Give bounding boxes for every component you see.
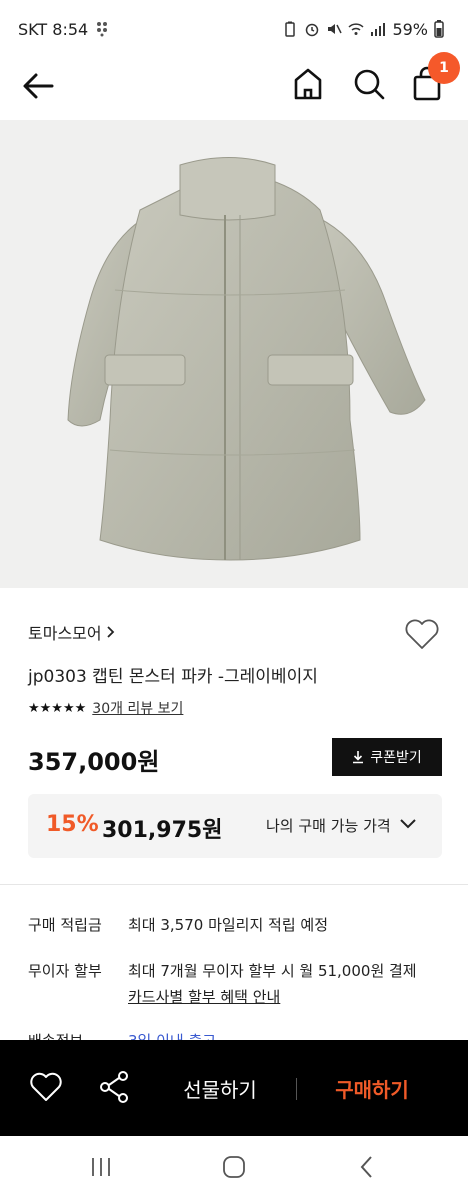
status-right: 59% xyxy=(282,20,444,39)
product-title: jp0303 캡틴 몬스터 파카 -그레이베이지 xyxy=(28,667,318,687)
separator xyxy=(296,1078,297,1100)
share-icon[interactable] xyxy=(98,1070,130,1104)
my-price-box[interactable]: 15% 301,975원 나의 구매 가능 가격 xyxy=(28,794,442,858)
bottom-action-bar: 선물하기 구매하기 xyxy=(0,1040,468,1136)
brand-name: 토마스모어 xyxy=(28,624,102,643)
parka-illustration xyxy=(67,157,426,561)
product-price: 357,000원 xyxy=(28,748,160,776)
discounted-price: 301,975원 xyxy=(102,818,223,843)
heart-icon[interactable] xyxy=(404,618,440,650)
home-icon[interactable] xyxy=(292,66,324,102)
card-installment-link[interactable]: 카드사별 할부 혜택 안내 xyxy=(128,986,280,1007)
back-arrow-icon[interactable] xyxy=(20,68,56,104)
alarm-icon xyxy=(306,23,319,37)
search-icon[interactable] xyxy=(352,66,386,102)
mute-icon xyxy=(328,24,343,34)
points-key: 구매 적립금 xyxy=(28,916,102,934)
installment-value: 최대 7개월 무이자 할부 시 월 51,000원 결제 xyxy=(128,962,417,980)
top-nav-bar: 1 xyxy=(0,52,468,120)
points-value: 최대 3,570 마일리지 적립 예정 xyxy=(128,916,329,934)
divider xyxy=(0,884,468,885)
battery-icon xyxy=(434,20,444,38)
my-price-label: 나의 구매 가능 가격 xyxy=(266,817,391,835)
discount-percent: 15% xyxy=(46,812,99,837)
wifi-icon xyxy=(348,23,364,35)
coupon-button[interactable]: 쿠폰받기 xyxy=(332,738,442,776)
notification-icon xyxy=(97,22,108,37)
product-image[interactable] xyxy=(0,120,468,588)
gift-button[interactable]: 선물하기 xyxy=(160,1070,280,1106)
chevron-right-icon xyxy=(106,626,114,638)
download-icon xyxy=(353,751,364,764)
status-left: SKT 8:54 xyxy=(18,20,108,39)
chevron-down-icon xyxy=(400,819,416,829)
recent-apps-icon[interactable] xyxy=(88,1154,114,1180)
carrier-time: SKT 8:54 xyxy=(18,19,89,39)
star-rating-icon: ★★★★★ xyxy=(28,700,87,716)
buy-button[interactable]: 구매하기 xyxy=(310,1070,434,1106)
status-bar: SKT 8:54 59% xyxy=(0,0,468,58)
heart-icon[interactable] xyxy=(30,1072,62,1102)
installment-key: 무이자 할부 xyxy=(28,962,102,980)
coupon-button-label: 쿠폰받기 xyxy=(370,750,422,766)
cart-count-badge: 1 xyxy=(428,52,460,84)
battery-saver-icon xyxy=(285,21,296,37)
home-button-icon[interactable] xyxy=(221,1154,247,1180)
rating-row: ★★★★★ 30개 리뷰 보기 xyxy=(28,698,183,718)
back-button-icon[interactable] xyxy=(354,1154,380,1180)
review-link[interactable]: 30개 리뷰 보기 xyxy=(92,698,183,718)
signal-icon xyxy=(371,23,386,36)
system-nav-bar xyxy=(0,1136,468,1200)
battery-percent: 59% xyxy=(392,19,428,39)
brand-link[interactable]: 토마스모어 xyxy=(28,620,116,644)
